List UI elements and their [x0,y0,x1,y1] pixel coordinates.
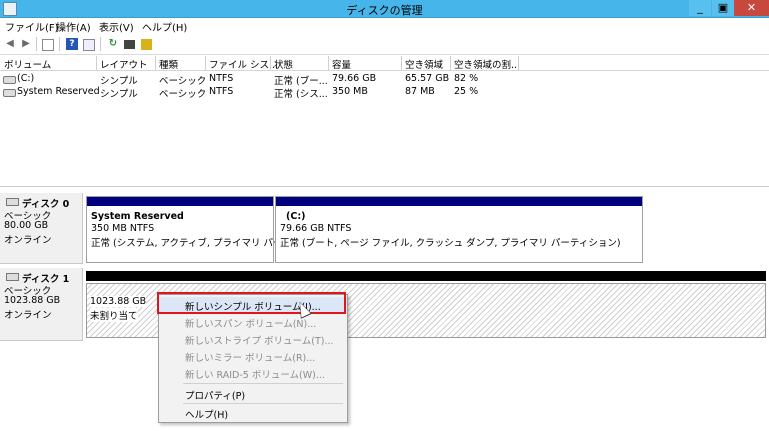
partition-status: 正常 (ブート, ページ ファイル, クラッシュ ダンプ, プライマリ パーティ… [280,238,621,249]
volume-status: 正常 (ブー... [274,76,328,87]
back-arrow-icon[interactable]: ◀ [4,38,16,50]
disk-icon [6,273,19,281]
table-row[interactable]: System Reserved シンプル ベーシック NTFS 正常 (シス..… [0,86,769,100]
disk-0-label[interactable]: ディスク 0 ベーシック 80.00 GB オンライン [0,193,83,264]
menu-help[interactable]: ヘルプ(H) [142,19,187,34]
volume-name: (C:) [17,73,35,84]
primary-partition-bar [87,197,273,206]
menu-bar: ファイル(F) 操作(A) 表示(V) ヘルプ(H) [0,18,769,34]
menu-separator [183,403,343,404]
volume-filesystem: NTFS [209,86,234,97]
toolbar-separator [59,37,60,51]
menu-item-label: 新しいストライプ ボリューム(T)... [185,336,334,347]
volume-layout: シンプル [100,89,138,100]
disk-state: オンライン [4,235,52,246]
column-free[interactable]: 空き領域 [405,57,443,71]
primary-partition-bar [276,197,642,206]
disk-size: 1023.88 GB [4,295,61,306]
toolbar-separator [36,37,37,51]
drive-icon [3,89,16,97]
maximize-button[interactable]: ▣ [712,0,734,16]
disk-1-label[interactable]: ディスク 1 ベーシック 1023.88 GB オンライン [0,268,83,341]
highlight-box [157,292,346,314]
partition-name: System Reserved [91,211,184,222]
menu-file[interactable]: ファイル(F) [5,19,59,34]
partition-name: (C:) [286,211,306,222]
menu-view[interactable]: 表示(V) [99,19,134,34]
menu-item-help[interactable]: ヘルプ(H) [159,405,347,421]
toolbar-separator [100,37,101,51]
partition-c-drive[interactable]: (C:) 79.66 GB NTFS 正常 (ブート, ページ ファイル, クラ… [275,196,643,263]
help-icon[interactable]: ? [66,38,78,50]
console-tree-icon[interactable] [42,39,54,51]
menu-item-properties[interactable]: プロパティ(P) [159,386,347,402]
menu-separator [183,383,343,384]
properties-icon[interactable] [124,40,135,49]
volume-type: ベーシック [159,76,207,87]
menu-item-label: 新しいミラー ボリューム(R)... [185,353,316,364]
volume-type: ベーシック [159,89,207,100]
volume-free-pct: 25 % [454,86,479,97]
minimize-button[interactable]: _ [689,0,711,16]
menu-item-label: 新しいスパン ボリューム(N)... [185,319,317,330]
volume-status: 正常 (シス... [274,89,328,100]
volume-name: System Reserved [17,86,100,97]
menu-action[interactable]: 操作(A) [56,19,91,34]
volume-list-header: ボリューム レイアウト 種類 ファイル シス... 状態 容量 空き領域 空き領… [0,56,769,71]
action-pane-icon[interactable] [83,39,95,51]
partition-size: 350 MB NTFS [91,223,155,234]
menu-item-new-striped-volume[interactable]: 新しいストライプ ボリューム(T)... [159,331,347,347]
disk-size: 80.00 GB [4,220,49,231]
partition-system-reserved[interactable]: System Reserved 350 MB NTFS 正常 (システム, アク… [86,196,329,263]
partition-size: 79.66 GB NTFS [280,223,352,234]
menu-item-new-mirrored-volume[interactable]: 新しいミラー ボリューム(R)... [159,348,347,364]
title-bar: ディスクの管理 _ ▣ ✕ [0,0,769,18]
menu-item-label: プロパティ(P) [185,391,246,402]
close-button[interactable]: ✕ [734,0,769,16]
forward-arrow-icon[interactable]: ▶ [20,38,32,50]
menu-item-label: 新しい RAID-5 ボリューム(W)... [185,370,325,381]
window-title: ディスクの管理 [346,4,423,17]
volume-capacity: 79.66 GB [332,73,377,84]
toolbar: ◀ ▶ ? ↻ [0,34,769,55]
column-type[interactable]: 種類 [159,57,178,71]
menu-item-label: ヘルプ(H) [185,410,229,421]
disk-state: オンライン [4,310,52,321]
unallocated-label: 未割り当て [90,308,138,322]
refresh-icon[interactable]: ↻ [107,38,119,50]
unallocated-bar [86,271,766,281]
volume-capacity: 350 MB [332,86,368,97]
volume-free: 87 MB [405,86,435,97]
column-layout[interactable]: レイアウト [100,57,148,71]
disk-icon [6,198,19,206]
volume-layout: シンプル [100,76,138,87]
map-icon[interactable] [141,39,152,50]
volume-free: 65.57 GB [405,73,450,84]
column-volume[interactable]: ボリューム [4,57,51,71]
column-status[interactable]: 状態 [274,57,293,71]
unallocated-size: 1023.88 GB [90,296,147,307]
column-free-pct[interactable]: 空き領域の割... [454,57,520,71]
table-row[interactable]: (C:) シンプル ベーシック NTFS 正常 (ブー... 79.66 GB … [0,73,769,87]
column-filesystem[interactable]: ファイル シス... [209,57,278,71]
menu-item-new-raid5-volume[interactable]: 新しい RAID-5 ボリューム(W)... [159,365,347,381]
volume-filesystem: NTFS [209,73,234,84]
menu-item-new-spanned-volume[interactable]: 新しいスパン ボリューム(N)... [159,314,347,330]
volume-free-pct: 82 % [454,73,479,84]
drive-icon [3,76,16,84]
column-capacity[interactable]: 容量 [332,57,351,71]
